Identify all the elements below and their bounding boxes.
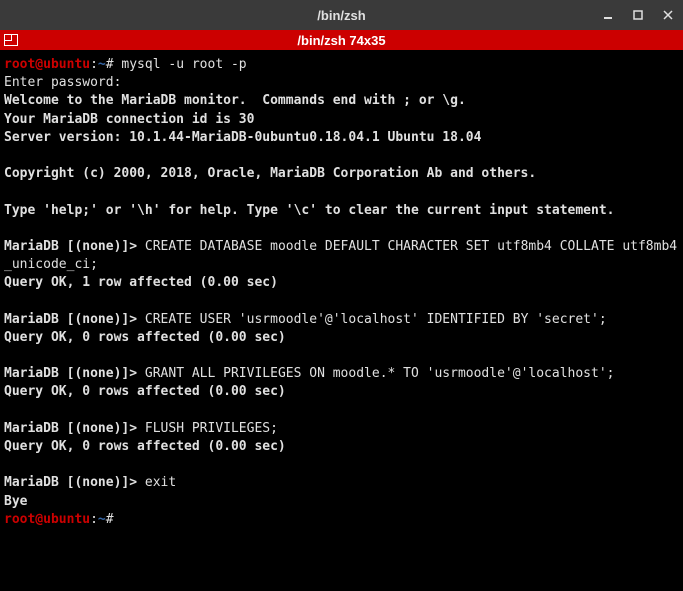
result-2: Query OK, 0 rows affected (0.00 sec) — [4, 330, 286, 345]
line-server-version: Server version: 10.1.44-MariaDB-0ubuntu0… — [4, 130, 481, 145]
line-bye: Bye — [4, 494, 27, 509]
line-welcome: Welcome to the MariaDB monitor. Commands… — [4, 93, 466, 108]
window-titlebar: /bin/zsh — [0, 0, 683, 30]
terminal-output[interactable]: root@ubuntu:~# mysql -u root -p Enter pa… — [0, 50, 683, 591]
line-copyright: Copyright (c) 2000, 2018, Oracle, MariaD… — [4, 166, 536, 181]
result-3: Query OK, 0 rows affected (0.00 sec) — [4, 384, 286, 399]
close-button[interactable] — [653, 0, 683, 30]
window-controls — [593, 0, 683, 30]
sql-create-user: CREATE USER 'usrmoodle'@'localhost' IDEN… — [145, 312, 607, 327]
sql-flush: FLUSH PRIVILEGES; — [145, 421, 278, 436]
prompt-symbol: # — [106, 57, 122, 72]
prompt-user-host: root@ubuntu — [4, 57, 90, 72]
sql-exit: exit — [145, 475, 176, 490]
result-1: Query OK, 1 row affected (0.00 sec) — [4, 275, 278, 290]
sql-grant: GRANT ALL PRIVILEGES ON moodle.* TO 'usr… — [145, 366, 615, 381]
line-conn-id: Your MariaDB connection id is 30 — [4, 112, 254, 127]
minimize-icon — [603, 10, 613, 20]
prompt-symbol-2: # — [106, 512, 122, 527]
prompt-user-host-2: root@ubuntu — [4, 512, 90, 527]
mariadb-prompt-2: MariaDB [(none)]> — [4, 312, 145, 327]
close-icon — [663, 10, 673, 20]
prompt-sep-2: : — [90, 512, 98, 527]
cmd-mysql: mysql -u root -p — [121, 57, 246, 72]
terminal-pane-icon — [4, 34, 18, 46]
maximize-icon — [633, 10, 643, 20]
mariadb-prompt-3: MariaDB [(none)]> — [4, 366, 145, 381]
minimize-button[interactable] — [593, 0, 623, 30]
window-title: /bin/zsh — [317, 8, 365, 23]
mariadb-prompt-4: MariaDB [(none)]> — [4, 421, 145, 436]
terminal-subheader: /bin/zsh 74x35 — [0, 30, 683, 50]
line-help: Type 'help;' or '\h' for help. Type '\c'… — [4, 203, 614, 218]
maximize-button[interactable] — [623, 0, 653, 30]
line-enter-password: Enter password: — [4, 75, 121, 90]
prompt-path-2: ~ — [98, 512, 106, 527]
prompt-path: ~ — [98, 57, 106, 72]
subheader-text: /bin/zsh 74x35 — [297, 33, 385, 48]
prompt-sep: : — [90, 57, 98, 72]
mariadb-prompt-5: MariaDB [(none)]> — [4, 475, 145, 490]
mariadb-prompt-1: MariaDB [(none)]> — [4, 239, 145, 254]
result-4: Query OK, 0 rows affected (0.00 sec) — [4, 439, 286, 454]
